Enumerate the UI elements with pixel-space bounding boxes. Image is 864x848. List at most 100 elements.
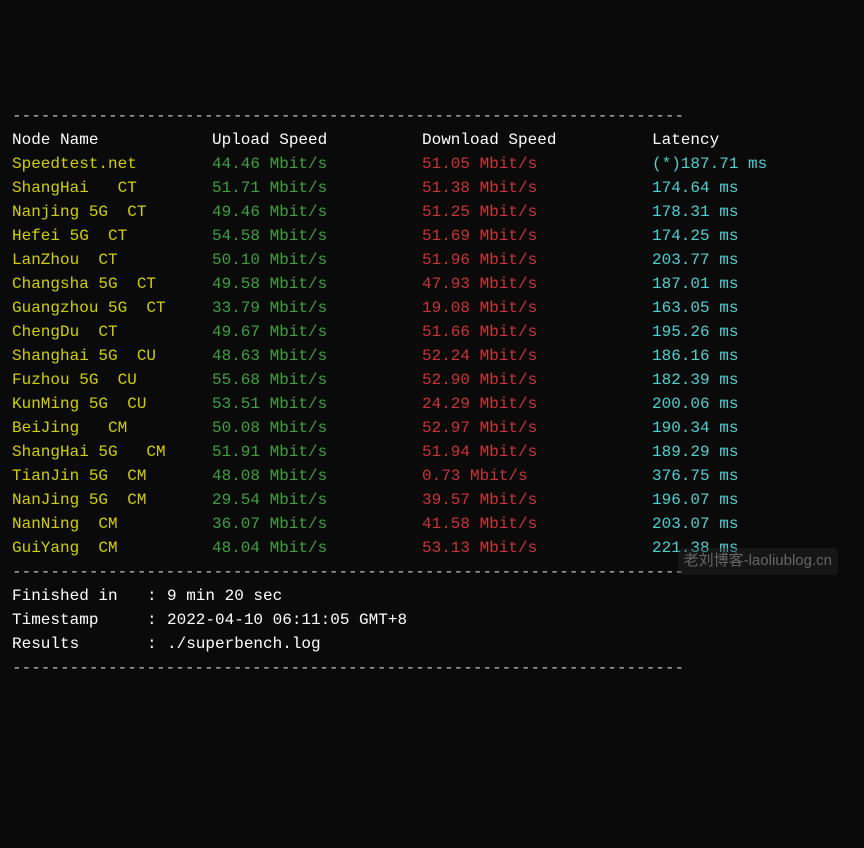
- table-row: TianJin 5G CM48.08 Mbit/s0.73 Mbit/s376.…: [12, 464, 852, 488]
- table-row: Nanjing 5G CT49.46 Mbit/s51.25 Mbit/s178…: [12, 200, 852, 224]
- download-speed: 52.90 Mbit/s: [422, 368, 652, 392]
- upload-speed: 48.04 Mbit/s: [212, 536, 422, 560]
- node-name: Speedtest.net: [12, 152, 212, 176]
- latency: 178.31 ms: [652, 200, 738, 224]
- footer-timestamp: Timestamp:2022-04-10 06:11:05 GMT+8: [12, 608, 852, 632]
- download-speed: 53.13 Mbit/s: [422, 536, 652, 560]
- node-name: LanZhou CT: [12, 248, 212, 272]
- table-row: NanNing CM36.07 Mbit/s41.58 Mbit/s203.07…: [12, 512, 852, 536]
- table-row: Fuzhou 5G CU55.68 Mbit/s52.90 Mbit/s182.…: [12, 368, 852, 392]
- latency: 163.05 ms: [652, 296, 738, 320]
- upload-speed: 48.63 Mbit/s: [212, 344, 422, 368]
- download-speed: 41.58 Mbit/s: [422, 512, 652, 536]
- results-label: Results: [12, 632, 147, 656]
- upload-speed: 48.08 Mbit/s: [212, 464, 422, 488]
- header-upload: Upload Speed: [212, 128, 422, 152]
- upload-speed: 44.46 Mbit/s: [212, 152, 422, 176]
- upload-speed: 49.67 Mbit/s: [212, 320, 422, 344]
- timestamp-value: 2022-04-10 06:11:05 GMT+8: [167, 608, 407, 632]
- header-latency: Latency: [652, 128, 719, 152]
- table-row: ShangHai CT51.71 Mbit/s51.38 Mbit/s174.6…: [12, 176, 852, 200]
- download-speed: 51.05 Mbit/s: [422, 152, 652, 176]
- latency: 196.07 ms: [652, 488, 738, 512]
- finished-label: Finished in: [12, 584, 147, 608]
- node-name: ShangHai 5G CM: [12, 440, 212, 464]
- download-speed: 52.24 Mbit/s: [422, 344, 652, 368]
- node-name: Hefei 5G CT: [12, 224, 212, 248]
- latency: 174.25 ms: [652, 224, 738, 248]
- download-speed: 24.29 Mbit/s: [422, 392, 652, 416]
- table-row: Shanghai 5G CU48.63 Mbit/s52.24 Mbit/s18…: [12, 344, 852, 368]
- upload-speed: 50.10 Mbit/s: [212, 248, 422, 272]
- latency: 182.39 ms: [652, 368, 738, 392]
- latency: 189.29 ms: [652, 440, 738, 464]
- upload-speed: 51.91 Mbit/s: [212, 440, 422, 464]
- latency: 203.77 ms: [652, 248, 738, 272]
- table-row: NanJing 5G CM29.54 Mbit/s39.57 Mbit/s196…: [12, 488, 852, 512]
- node-name: NanNing CM: [12, 512, 212, 536]
- separator-top: ----------------------------------------…: [12, 107, 684, 125]
- node-name: Nanjing 5G CT: [12, 200, 212, 224]
- table-row: ChengDu CT49.67 Mbit/s51.66 Mbit/s195.26…: [12, 320, 852, 344]
- table-row: Hefei 5G CT54.58 Mbit/s51.69 Mbit/s174.2…: [12, 224, 852, 248]
- download-speed: 47.93 Mbit/s: [422, 272, 652, 296]
- latency: 186.16 ms: [652, 344, 738, 368]
- download-speed: 51.25 Mbit/s: [422, 200, 652, 224]
- download-speed: 51.96 Mbit/s: [422, 248, 652, 272]
- node-name: Fuzhou 5G CU: [12, 368, 212, 392]
- upload-speed: 55.68 Mbit/s: [212, 368, 422, 392]
- upload-speed: 36.07 Mbit/s: [212, 512, 422, 536]
- table-row: LanZhou CT50.10 Mbit/s51.96 Mbit/s203.77…: [12, 248, 852, 272]
- table-row: Guangzhou 5G CT33.79 Mbit/s19.08 Mbit/s1…: [12, 296, 852, 320]
- upload-speed: 50.08 Mbit/s: [212, 416, 422, 440]
- upload-speed: 49.58 Mbit/s: [212, 272, 422, 296]
- node-name: TianJin 5G CM: [12, 464, 212, 488]
- table-row: BeiJing CM50.08 Mbit/s52.97 Mbit/s190.34…: [12, 416, 852, 440]
- latency: 174.64 ms: [652, 176, 738, 200]
- upload-speed: 53.51 Mbit/s: [212, 392, 422, 416]
- upload-speed: 29.54 Mbit/s: [212, 488, 422, 512]
- download-speed: 52.97 Mbit/s: [422, 416, 652, 440]
- download-speed: 51.94 Mbit/s: [422, 440, 652, 464]
- latency: 376.75 ms: [652, 464, 738, 488]
- latency: 187.01 ms: [652, 272, 738, 296]
- node-name: BeiJing CM: [12, 416, 212, 440]
- download-speed: 39.57 Mbit/s: [422, 488, 652, 512]
- download-speed: 51.66 Mbit/s: [422, 320, 652, 344]
- download-speed: 19.08 Mbit/s: [422, 296, 652, 320]
- table-row: ShangHai 5G CM51.91 Mbit/s51.94 Mbit/s18…: [12, 440, 852, 464]
- footer: Finished in:9 min 20 secTimestamp:2022-0…: [12, 584, 852, 656]
- finished-value: 9 min 20 sec: [167, 584, 282, 608]
- separator-end: ----------------------------------------…: [12, 659, 684, 677]
- header-download: Download Speed: [422, 128, 652, 152]
- table-row: KunMing 5G CU53.51 Mbit/s24.29 Mbit/s200…: [12, 392, 852, 416]
- download-speed: 0.73 Mbit/s: [422, 464, 652, 488]
- column-headers: Node NameUpload SpeedDownload SpeedLaten…: [12, 128, 852, 152]
- latency: 195.26 ms: [652, 320, 738, 344]
- node-name: Shanghai 5G CU: [12, 344, 212, 368]
- table-row: Speedtest.net44.46 Mbit/s51.05 Mbit/s(*)…: [12, 152, 852, 176]
- watermark: 老刘博客-laoliublog.cn: [678, 548, 838, 575]
- latency: 200.06 ms: [652, 392, 738, 416]
- separator-bottom: ----------------------------------------…: [12, 563, 684, 581]
- node-name: Changsha 5G CT: [12, 272, 212, 296]
- node-name: NanJing 5G CM: [12, 488, 212, 512]
- download-speed: 51.69 Mbit/s: [422, 224, 652, 248]
- upload-speed: 49.46 Mbit/s: [212, 200, 422, 224]
- node-name: GuiYang CM: [12, 536, 212, 560]
- data-rows: Speedtest.net44.46 Mbit/s51.05 Mbit/s(*)…: [12, 152, 852, 560]
- upload-speed: 33.79 Mbit/s: [212, 296, 422, 320]
- node-name: ShangHai CT: [12, 176, 212, 200]
- latency: (*)187.71 ms: [652, 152, 767, 176]
- latency: 190.34 ms: [652, 416, 738, 440]
- download-speed: 51.38 Mbit/s: [422, 176, 652, 200]
- latency: 203.07 ms: [652, 512, 738, 536]
- upload-speed: 51.71 Mbit/s: [212, 176, 422, 200]
- node-name: KunMing 5G CU: [12, 392, 212, 416]
- node-name: Guangzhou 5G CT: [12, 296, 212, 320]
- results-value: ./superbench.log: [167, 632, 321, 656]
- timestamp-label: Timestamp: [12, 608, 147, 632]
- upload-speed: 54.58 Mbit/s: [212, 224, 422, 248]
- footer-finished: Finished in:9 min 20 sec: [12, 584, 852, 608]
- footer-results: Results:./superbench.log: [12, 632, 852, 656]
